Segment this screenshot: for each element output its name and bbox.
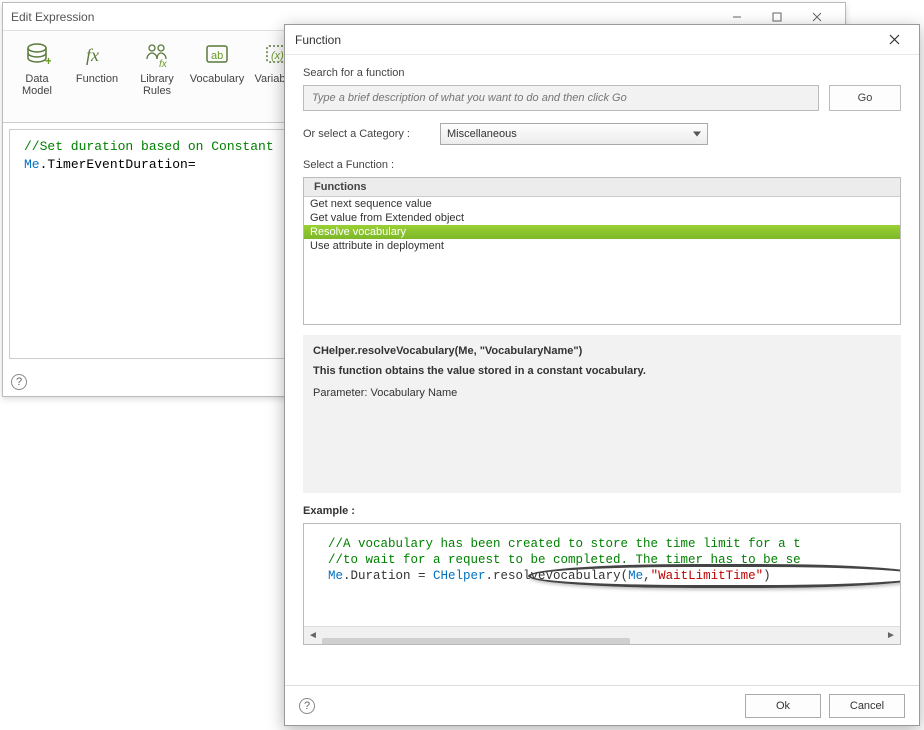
category-label: Or select a Category : <box>303 128 410 140</box>
function-signature: CHelper.resolveVocabulary(Me, "Vocabular… <box>313 345 891 357</box>
search-input[interactable] <box>303 85 819 111</box>
svg-text:(x): (x) <box>271 50 284 62</box>
svg-text:+: + <box>45 54 51 68</box>
function-parameter: Parameter: Vocabulary Name <box>313 387 891 399</box>
search-label: Search for a function <box>303 67 901 79</box>
ribbon-label: Vocabulary <box>190 73 244 85</box>
function-list[interactable]: Functions Get next sequence value Get va… <box>303 177 901 325</box>
svg-text:fx: fx <box>159 59 168 69</box>
example-scrollbar[interactable]: ◄ ► <box>304 626 900 644</box>
ribbon-function[interactable]: fx Function <box>73 35 121 85</box>
library-icon: fx <box>141 39 173 71</box>
category-value: Miscellaneous <box>447 128 517 140</box>
function-list-header: Functions <box>304 178 900 197</box>
example-box: //A vocabulary has been created to store… <box>303 523 901 645</box>
scroll-right-icon[interactable]: ► <box>882 627 900 645</box>
dialog-title: Function <box>295 33 879 47</box>
svg-text:fx: fx <box>86 45 99 65</box>
ribbon-data-model[interactable]: + Data Model <box>13 35 61 97</box>
ribbon-label: Data Model <box>13 73 61 97</box>
svg-text:ab: ab <box>211 50 223 62</box>
ribbon-label: Library Rules <box>133 73 181 97</box>
function-row[interactable]: Get value from Extended object <box>304 211 900 225</box>
function-description: This function obtains the value stored i… <box>313 365 891 377</box>
ribbon-vocabulary[interactable]: ab Vocabulary <box>193 35 241 85</box>
example-code: //A vocabulary has been created to store… <box>304 524 900 588</box>
function-row[interactable]: Use attribute in deployment <box>304 239 900 253</box>
dialog-titlebar: Function <box>285 25 919 55</box>
example-label: Example : <box>303 505 901 517</box>
code-keyword: Me <box>24 157 40 172</box>
description-panel: CHelper.resolveVocabulary(Me, "Vocabular… <box>303 335 901 493</box>
scroll-thumb[interactable] <box>322 638 630 646</box>
parent-title: Edit Expression <box>11 10 717 24</box>
ok-button[interactable]: Ok <box>745 694 821 718</box>
cancel-button[interactable]: Cancel <box>829 694 905 718</box>
help-icon[interactable]: ? <box>299 698 315 714</box>
function-row-selected[interactable]: Resolve vocabulary <box>304 225 900 239</box>
dialog-footer: ? Ok Cancel <box>285 685 919 725</box>
database-icon: + <box>21 39 53 71</box>
category-combo[interactable]: Miscellaneous <box>440 123 708 145</box>
code-text: .TimerEventDuration= <box>40 157 196 172</box>
vocabulary-icon: ab <box>201 39 233 71</box>
dialog-close-button[interactable] <box>879 25 909 55</box>
ribbon-library-rules[interactable]: fx Library Rules <box>133 35 181 97</box>
select-function-label: Select a Function : <box>303 159 901 171</box>
function-dialog: Function Search for a function Go Or sel… <box>284 24 920 726</box>
go-button[interactable]: Go <box>829 85 901 111</box>
code-comment: //Set duration based on Constant <box>24 139 274 154</box>
ribbon-label: Function <box>76 73 118 85</box>
function-row[interactable]: Get next sequence value <box>304 197 900 211</box>
fx-icon: fx <box>81 39 113 71</box>
scroll-left-icon[interactable]: ◄ <box>304 627 322 645</box>
help-icon[interactable]: ? <box>11 374 27 390</box>
